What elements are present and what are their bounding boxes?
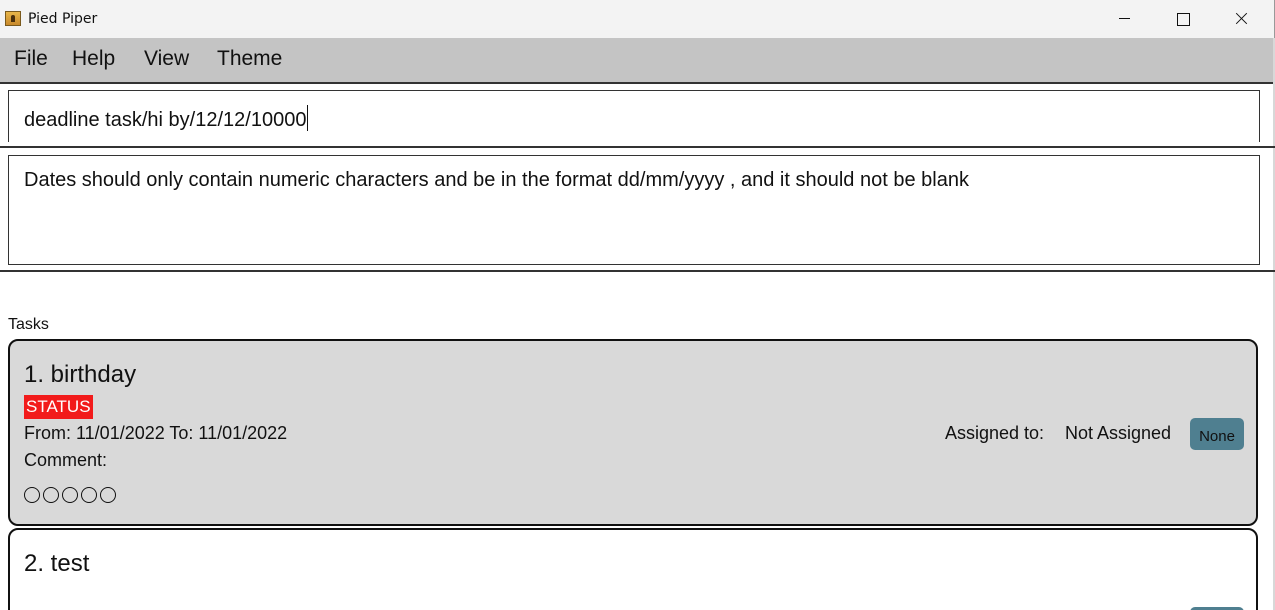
menu-view[interactable]: View [144,47,189,71]
task-card[interactable]: 2. test [8,528,1258,610]
minimize-icon[interactable] [1096,0,1154,38]
result-message: Dates should only contain numeric charac… [24,169,969,191]
result-display: Dates should only contain numeric charac… [8,155,1260,265]
assigned-label: Assigned to: [945,423,1045,443]
text-caret [307,105,309,131]
divider [0,270,1275,272]
menu-theme[interactable]: Theme [217,47,282,71]
priority-tag: None [1190,418,1244,450]
divider [0,146,1275,148]
rating-circle-icon [62,487,78,503]
close-icon[interactable] [1212,0,1270,38]
window-title: Pied Piper [28,11,98,27]
pied-piper-app-icon [5,11,21,26]
title-bar: Pied Piper [0,0,1275,38]
rating-circle-icon [24,487,40,503]
task-list-label: Tasks [8,316,49,333]
task-card[interactable]: 1. birthday STATUS From: 11/01/2022 To: … [8,339,1258,526]
task-title: 2. test [24,550,90,577]
divider [0,82,1275,84]
command-input-text[interactable]: deadline task/hi by/12/12/10000 [24,105,309,132]
rating-circle-icon [100,487,116,503]
menu-file[interactable]: File [14,47,48,71]
task-comment: Comment: [24,450,108,470]
maximize-icon[interactable] [1154,0,1212,38]
assigned-value: Not Assigned [1065,423,1172,443]
menu-bar: File Help View Theme [0,38,1275,82]
rating-circle-icon [43,487,59,503]
menu-help[interactable]: Help [72,47,115,71]
command-input[interactable]: deadline task/hi by/12/12/10000 [8,90,1260,142]
rating-circle-icon [81,487,97,503]
task-dates: From: 11/01/2022 To: 11/01/2022 [24,423,288,443]
status-badge: STATUS [24,395,93,419]
task-title: 1. birthday [24,361,137,388]
rating-stars [24,487,116,503]
